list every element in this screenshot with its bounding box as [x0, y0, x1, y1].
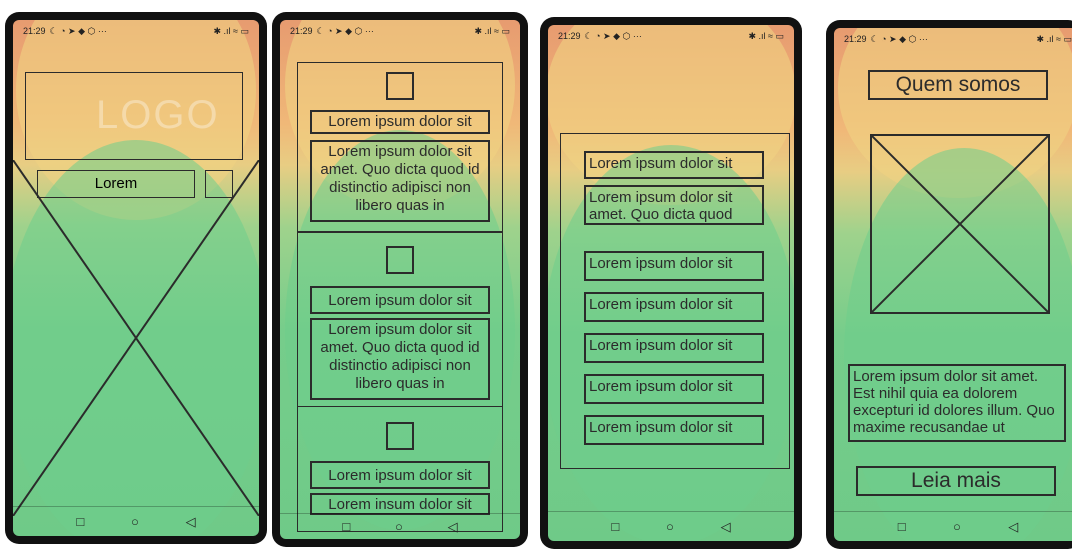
- status-right-icons: ✱ .ıl ≈ ▭: [213, 25, 250, 36]
- status-bar: 21:29 ☾ ◔ ➤ ◆ ⬡ ··· ✱ .ıl ≈ ▭: [548, 25, 794, 47]
- screen-about: 21:29 ☾ ◔ ➤ ◆ ⬡ ··· ✱ .ıl ≈ ▭ Quem somos…: [834, 28, 1072, 541]
- recent-apps-icon[interactable]: □: [611, 519, 619, 534]
- status-time: 21:29: [23, 26, 46, 36]
- status-left-icons: ☾ ◔ ➤ ◆ ⬡ ···: [49, 25, 107, 36]
- list-item[interactable]: Lorem ipsum dolor sit: [584, 415, 764, 445]
- recent-apps-icon[interactable]: □: [76, 514, 84, 529]
- card-body: Lorem insum dolor sit: [310, 493, 490, 515]
- recent-apps-icon[interactable]: □: [342, 519, 350, 534]
- status-right-icons: ✱ .ıl ≈ ▭: [474, 25, 511, 36]
- phone-mockup-1: 21:29 ☾ ◔ ➤ ◆ ⬡ ··· ✱ .ıl ≈ ▭ LOGO Lorem…: [5, 12, 267, 544]
- list-item[interactable]: Lorem ipsum dolor sit: [584, 251, 764, 281]
- card-title: Lorem ipsum dolor sit: [310, 110, 490, 134]
- screen-home: 21:29 ☾ ◔ ➤ ◆ ⬡ ··· ✱ .ıl ≈ ▭ LOGO Lorem…: [13, 20, 259, 536]
- page-title: Quem somos: [868, 70, 1048, 100]
- status-left-icons: ☾ ◔ ➤ ◆ ⬡ ···: [870, 33, 928, 44]
- list-item[interactable]: Lorem ipsum dolor sit: [584, 292, 764, 322]
- recent-apps-icon[interactable]: □: [898, 519, 906, 534]
- status-time: 21:29: [290, 26, 313, 36]
- home-icon[interactable]: ○: [131, 514, 139, 529]
- status-bar: 21:29 ☾ ◔ ➤ ◆ ⬡ ··· ✱ .ıl ≈ ▭: [280, 20, 520, 42]
- list-item[interactable]: Lorem ipsum dolor sit: [584, 374, 764, 404]
- home-icon[interactable]: ○: [953, 519, 961, 534]
- card-body: Lorem ipsum dolor sit amet. Quo dicta qu…: [310, 318, 490, 400]
- home-icon[interactable]: ○: [666, 519, 674, 534]
- status-time: 21:29: [558, 31, 581, 41]
- back-icon[interactable]: ◁: [186, 514, 196, 530]
- navigation-bar: □ ○ ◁: [834, 511, 1072, 541]
- phone-mockup-2: 21:29 ☾ ◔ ➤ ◆ ⬡ ··· ✱ .ıl ≈ ▭ Lorem ipsu…: [272, 12, 528, 547]
- list-item[interactable]: Lorem ipsum dolor sit: [584, 151, 764, 179]
- card-body: Lorem ipsum dolor sit amet. Quo dicta qu…: [310, 140, 490, 222]
- logo-text: LOGO: [96, 93, 220, 137]
- status-time: 21:29: [844, 34, 867, 44]
- status-bar: 21:29 ☾ ◔ ➤ ◆ ⬡ ··· ✱ .ıl ≈ ▭: [13, 20, 259, 42]
- status-right-icons: ✱ .ıl ≈ ▭: [748, 30, 785, 41]
- logo-placeholder: LOGO: [25, 72, 243, 160]
- status-right-icons: ✱ .ıl ≈ ▭: [1036, 33, 1072, 44]
- screen-list: 21:29 ☾ ◔ ➤ ◆ ⬡ ··· ✱ .ıl ≈ ▭ Lorem ipsu…: [548, 25, 794, 541]
- list-item-description: Lorem ipsum dolor sit amet. Quo dicta qu…: [584, 185, 764, 225]
- status-left-icons: ☾ ◔ ➤ ◆ ⬡ ···: [584, 30, 642, 41]
- phone-mockup-4: 21:29 ☾ ◔ ➤ ◆ ⬡ ··· ✱ .ıl ≈ ▭ Quem somos…: [826, 20, 1072, 549]
- card-icon-placeholder: [386, 422, 414, 450]
- navigation-bar: □ ○ ◁: [13, 506, 259, 536]
- about-paragraph: Lorem ipsum dolor sit amet. Est nihil qu…: [848, 364, 1066, 442]
- card-title: Lorem ipsum dolor sit: [310, 461, 490, 489]
- read-more-button[interactable]: Leia mais: [856, 466, 1056, 496]
- navigation-bar: □ ○ ◁: [280, 513, 520, 539]
- hero-image-placeholder: [13, 160, 259, 516]
- card-title: Lorem ipsum dolor sit: [310, 286, 490, 314]
- card-icon-placeholder: [386, 246, 414, 274]
- status-left-icons: ☾ ◔ ➤ ◆ ⬡ ···: [316, 25, 374, 36]
- back-icon[interactable]: ◁: [721, 519, 731, 535]
- image-cross-lines: [870, 134, 1050, 314]
- status-bar: 21:29 ☾ ◔ ➤ ◆ ⬡ ··· ✱ .ıl ≈ ▭: [834, 28, 1072, 50]
- back-icon[interactable]: ◁: [448, 519, 458, 535]
- home-icon[interactable]: ○: [395, 519, 403, 534]
- card-icon-placeholder: [386, 72, 414, 100]
- screen-cards: 21:29 ☾ ◔ ➤ ◆ ⬡ ··· ✱ .ıl ≈ ▭ Lorem ipsu…: [280, 20, 520, 539]
- navigation-bar: □ ○ ◁: [548, 511, 794, 541]
- phone-mockup-3: 21:29 ☾ ◔ ➤ ◆ ⬡ ··· ✱ .ıl ≈ ▭ Lorem ipsu…: [540, 17, 802, 549]
- list-item[interactable]: Lorem ipsum dolor sit: [584, 333, 764, 363]
- back-icon[interactable]: ◁: [1008, 519, 1018, 535]
